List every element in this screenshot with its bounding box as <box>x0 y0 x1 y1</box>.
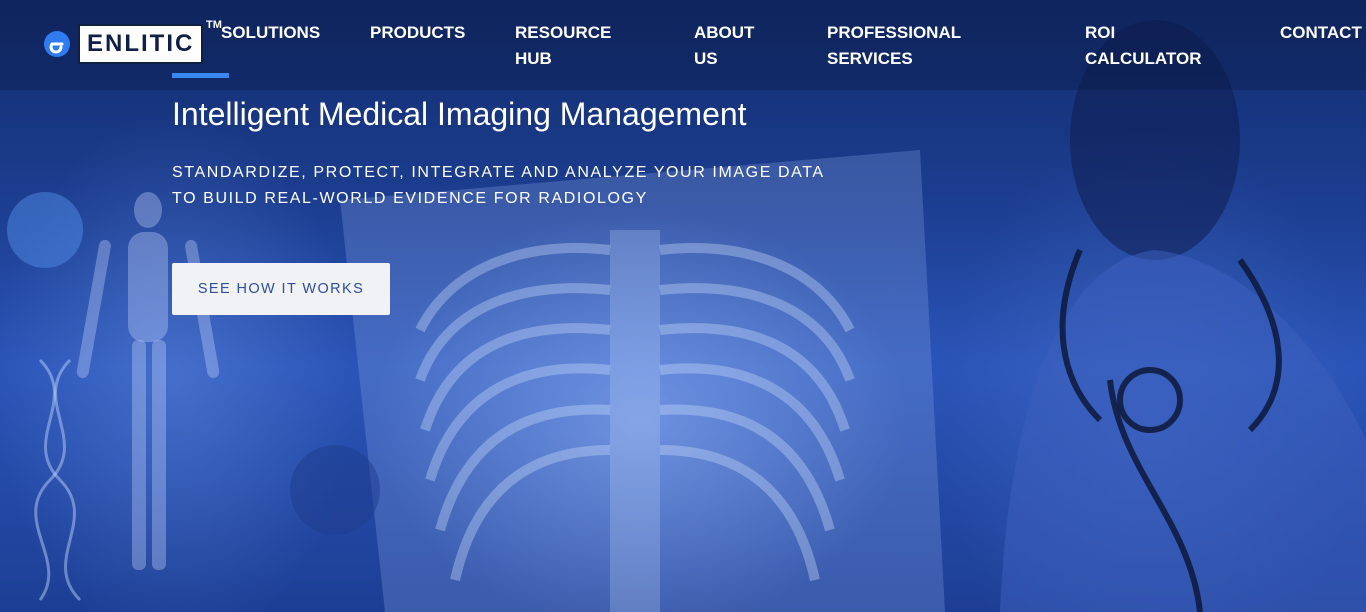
nav-item-professional-services[interactable]: PROFESSIONAL SERVICES <box>827 20 961 72</box>
nav-item-about-us[interactable]: ABOUT US <box>694 20 754 72</box>
main-nav: SOLUTIONS PRODUCTS RESOURCE HUB ABOUT US… <box>0 20 1366 80</box>
see-how-it-works-button[interactable]: SEE HOW IT WORKS <box>172 263 390 315</box>
hero-section: ENLITIC TM SOLUTIONS PRODUCTS RESOURCE H… <box>0 0 1366 612</box>
hero-subheadline-line-1: STANDARDIZE, PROTECT, INTEGRATE AND ANAL… <box>172 164 825 181</box>
nav-item-solutions[interactable]: SOLUTIONS <box>221 20 320 46</box>
hero-subheadline: STANDARDIZE, PROTECT, INTEGRATE AND ANAL… <box>172 160 825 212</box>
nav-item-resource-hub[interactable]: RESOURCE HUB <box>515 20 611 72</box>
active-nav-indicator <box>172 73 229 78</box>
nav-item-products[interactable]: PRODUCTS <box>370 20 465 46</box>
nav-item-contact[interactable]: CONTACT <box>1280 20 1362 46</box>
nav-item-roi-calculator[interactable]: ROI CALCULATOR <box>1085 20 1201 72</box>
hero-subheadline-line-2: TO BUILD REAL-WORLD EVIDENCE FOR RADIOLO… <box>172 190 648 207</box>
hero-headline: Intelligent Medical Imaging Management <box>172 96 747 132</box>
